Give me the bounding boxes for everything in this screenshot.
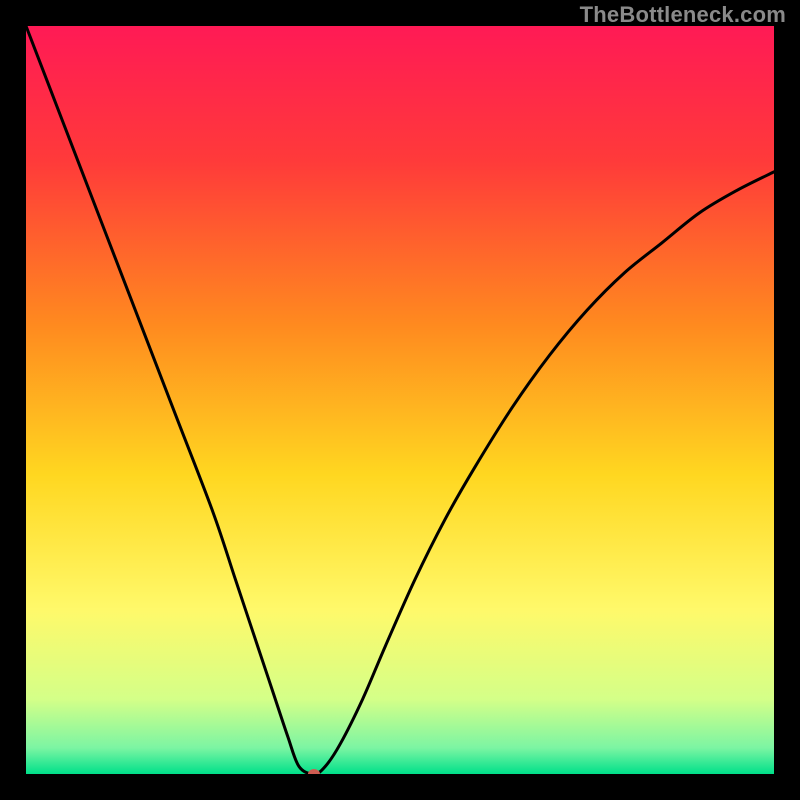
chart-background — [26, 26, 774, 774]
bottleneck-chart — [26, 26, 774, 774]
watermark-text: TheBottleneck.com — [580, 2, 786, 28]
chart-frame — [26, 26, 774, 774]
